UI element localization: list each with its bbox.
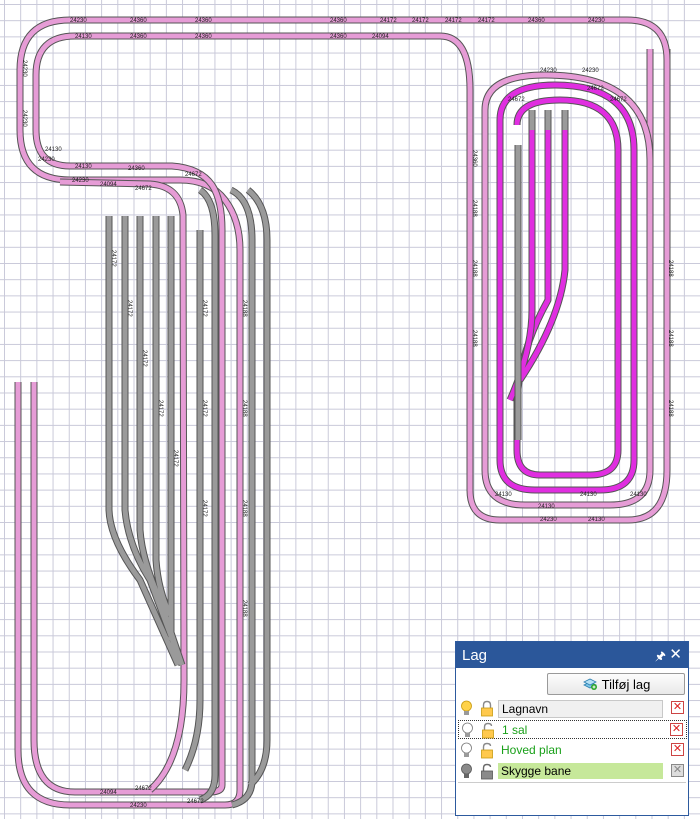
track-label: 24230 <box>72 178 89 184</box>
track-label: 24172 <box>201 500 207 517</box>
track-label: 24188 <box>471 330 477 347</box>
add-layer-label: Tilføj lag <box>601 676 651 692</box>
unlock-icon[interactable] <box>480 742 494 759</box>
track-label: 24672 <box>587 86 604 92</box>
track-label: 24360 <box>528 18 545 24</box>
track-label: 24672 <box>187 799 204 805</box>
track-label: 24172 <box>478 18 495 24</box>
pin-icon[interactable]: 🖈︎ <box>655 647 666 668</box>
track-label: 24172 <box>380 18 397 24</box>
panel-title: Lag <box>462 647 488 664</box>
panel-divider <box>458 782 686 783</box>
track-label: 24672 <box>610 97 627 103</box>
layer-name[interactable]: Hoved plan <box>498 742 663 758</box>
visibility-bulb-icon[interactable] <box>461 722 474 739</box>
layer-row[interactable]: Hoved plan ✕ <box>458 741 687 760</box>
unlock-icon[interactable] <box>481 722 495 739</box>
track-label: 24360 <box>195 18 212 24</box>
track-label: 24188 <box>241 400 247 417</box>
track-label: 24672 <box>185 172 202 178</box>
delete-icon[interactable]: ✕ <box>671 743 684 756</box>
track-label: 24172 <box>110 250 116 267</box>
track-label: 24188 <box>667 400 673 417</box>
track-label: 24130 <box>75 34 92 40</box>
track-label: 24188 <box>241 500 247 517</box>
track-label: 24230 <box>130 803 147 809</box>
track-label: 24188 <box>667 260 673 277</box>
track-label: 24188 <box>471 200 477 217</box>
layer-name[interactable]: 1 sal <box>499 722 662 738</box>
track-label: 24360 <box>128 166 145 172</box>
track-label: 24130 <box>495 492 512 498</box>
track-label: 24672 <box>135 786 152 792</box>
visibility-bulb-icon[interactable] <box>460 700 473 717</box>
track-label: 24230 <box>21 110 27 127</box>
layer-panel: Lag 🖈︎ ✕ Tilføj lag Lagnavn ✕ 1 sal ✕ Ho… <box>455 641 689 816</box>
track-label: 24672 <box>135 186 152 192</box>
track-label: 24172 <box>172 450 178 467</box>
panel-header: Lag 🖈︎ ✕ <box>456 642 688 668</box>
track-label: 24230 <box>582 68 599 74</box>
add-layer-button[interactable]: Tilføj lag <box>547 673 685 695</box>
track-label: 24360 <box>195 34 212 40</box>
track-label: 24094 <box>372 34 389 40</box>
close-icon[interactable]: ✕ <box>669 645 682 663</box>
track-label: 24130 <box>580 492 597 498</box>
delete-icon[interactable]: ✕ <box>671 764 684 777</box>
track-label: 24360 <box>471 150 477 167</box>
track-label: 24188 <box>241 300 247 317</box>
track-label: 24230 <box>38 157 55 163</box>
track-label: 24172 <box>412 18 429 24</box>
layer-name-header: Lagnavn <box>498 700 663 718</box>
delete-icon[interactable]: ✕ <box>671 701 684 714</box>
track-label: 24360 <box>330 34 347 40</box>
track-label: 24130 <box>75 164 92 170</box>
unlock-icon[interactable] <box>480 763 494 780</box>
delete-icon[interactable]: ✕ <box>670 723 683 736</box>
track-label: 24188 <box>241 600 247 617</box>
track-label: 24230 <box>540 68 557 74</box>
track-label: 24172 <box>201 400 207 417</box>
track-label: 24360 <box>330 18 347 24</box>
track-label: 24230 <box>70 18 87 24</box>
layer-row[interactable]: 1 sal ✕ <box>458 720 687 739</box>
track-label: 24094 <box>100 182 117 188</box>
track-label: 24230 <box>540 517 557 523</box>
track-label: 24172 <box>126 300 132 317</box>
track-label: 24188 <box>667 330 673 347</box>
track-label: 24230 <box>588 18 605 24</box>
track-label: 24172 <box>445 18 462 24</box>
track-label: 24130 <box>588 517 605 523</box>
track-label: 24172 <box>157 400 163 417</box>
track-label: 24172 <box>141 350 147 367</box>
track-label: 24130 <box>45 147 62 153</box>
track-label: 24672 <box>508 97 525 103</box>
visibility-bulb-icon[interactable] <box>460 763 473 780</box>
track-label: 24130 <box>538 504 555 510</box>
layers-add-icon <box>582 678 597 690</box>
track-label: 24094 <box>100 790 117 796</box>
layer-row-active[interactable]: Skygge bane ✕ <box>458 762 687 781</box>
track-label: 24188 <box>471 260 477 277</box>
layer-name[interactable]: Skygge bane <box>498 763 663 779</box>
track-label: 24230 <box>21 60 27 77</box>
track-label: 24172 <box>201 300 207 317</box>
track-label: 24360 <box>130 34 147 40</box>
track-label: 24360 <box>130 18 147 24</box>
layer-header-row: Lagnavn ✕ <box>458 699 687 718</box>
track-label: 24130 <box>630 492 647 498</box>
visibility-bulb-icon[interactable] <box>460 742 473 759</box>
lock-icon[interactable] <box>480 700 494 717</box>
